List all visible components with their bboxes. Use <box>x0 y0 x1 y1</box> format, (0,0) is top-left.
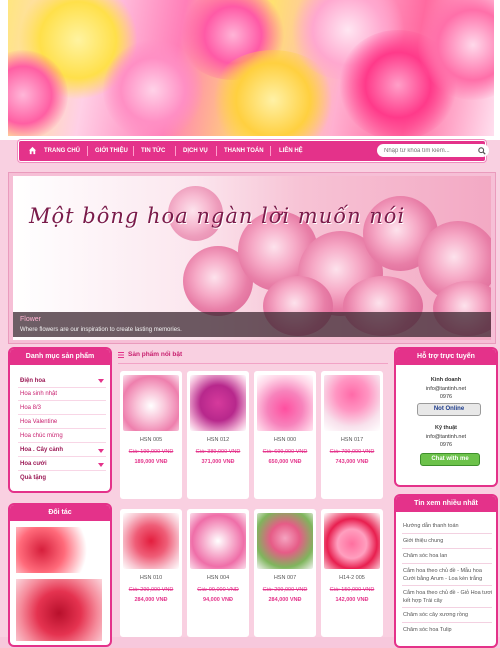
product-old-price: Giá: 299,000 VNĐ <box>128 587 174 593</box>
search-box <box>377 144 489 157</box>
news-item[interactable]: Chăm sóc hoa Tulip <box>403 626 493 634</box>
support-sales-phone: 0976 <box>439 394 453 400</box>
product-price: 284,000 VNĐ <box>268 597 302 603</box>
home-icon[interactable] <box>28 146 37 155</box>
nav-services[interactable]: DỊCH VỤ <box>183 141 208 161</box>
support-box: Hỗ trợ trực tuyến Kinh doanh info@tantin… <box>394 347 498 487</box>
support-tech-email[interactable]: info@tantinh.net <box>396 434 496 440</box>
support-tech-phone: 0976 <box>439 442 453 448</box>
product-code: H14-2 005 <box>339 575 365 581</box>
chevron-down-icon[interactable] <box>98 379 104 383</box>
search-icon[interactable] <box>478 147 486 155</box>
support-sales-email[interactable]: info@tantinh.net <box>396 386 496 392</box>
product-price: 189,000 VNĐ <box>134 459 168 465</box>
product-image[interactable] <box>257 513 313 569</box>
product-card[interactable]: HSN 017 Giá: 799,000 VNĐ 743,000 VNĐ <box>321 371 383 499</box>
category-item[interactable]: Hoa chúc mừng <box>20 433 63 439</box>
slideshow: Một bông hoa ngàn lời muốn nói Flower Wh… <box>8 172 496 344</box>
nav-contact[interactable]: LIÊN HỆ <box>279 141 303 161</box>
product-old-price: Giá: 799,000 VNĐ <box>329 449 375 455</box>
product-code: HSN 012 <box>206 437 230 443</box>
featured-products: Sản phẩm nổi bật HSN 005 Giá: 199,000 VN… <box>114 347 390 637</box>
page: TRANG CHỦ GIỚI THIỆU TIN TỨC DỊCH VỤ THA… <box>0 0 500 648</box>
product-old-price: Giá: 99,000 VNĐ <box>197 587 239 593</box>
product-card[interactable]: HSN 000 Giá: 699,000 VNĐ 650,000 VNĐ <box>254 371 316 499</box>
partners-box: Đối tác <box>8 503 112 647</box>
header-banner <box>8 0 494 136</box>
product-price: 94,000 VNĐ <box>203 597 233 603</box>
nav-home[interactable]: TRANG CHỦ <box>44 141 80 161</box>
main-nav: TRANG CHỦ GIỚI THIỆU TIN TỨC DỊCH VỤ THA… <box>18 140 489 162</box>
category-item[interactable]: Điện hoa <box>20 378 45 384</box>
category-title: Danh mục sản phẩm <box>10 349 110 365</box>
product-card[interactable]: HSN 010 Giá: 299,000 VNĐ 284,000 VNĐ <box>120 509 182 637</box>
chevron-down-icon[interactable] <box>98 449 104 453</box>
product-image[interactable] <box>123 513 179 569</box>
product-card[interactable]: HSN 005 Giá: 199,000 VNĐ 189,000 VNĐ <box>120 371 182 499</box>
product-old-price: Giá: 299,000 VNĐ <box>262 587 308 593</box>
news-item[interactable]: Cắm hoa theo chủ đề - Giỏ Hoa tươi kết h… <box>403 589 493 605</box>
caption-title: Flower <box>20 316 42 323</box>
news-box: Tin xem nhiều nhất Hướng dẫn thanh toán … <box>394 494 498 648</box>
chat-button[interactable]: Chat with me <box>420 453 480 466</box>
product-price: 371,000 VNĐ <box>201 459 235 465</box>
product-code: HSN 004 <box>206 575 230 581</box>
category-item[interactable]: Hoa cưới <box>20 461 47 467</box>
product-code: HSN 010 <box>139 575 163 581</box>
support-title: Hỗ trợ trực tuyến <box>396 349 496 365</box>
category-item[interactable]: Hoa 8/3 <box>20 405 41 411</box>
product-card[interactable]: H14-2 005 Giá: 150,000 VNĐ 142,000 VNĐ <box>321 509 383 637</box>
partner-logo[interactable] <box>16 527 102 573</box>
support-sales-label: Kinh doanh <box>430 377 462 383</box>
product-old-price: Giá: 199,000 VNĐ <box>128 449 174 455</box>
status-badge[interactable]: Not Online <box>417 403 481 416</box>
product-card[interactable]: HSN 007 Giá: 299,000 VNĐ 284,000 VNĐ <box>254 509 316 637</box>
news-item[interactable]: Giới thiệu chung <box>403 537 493 545</box>
product-image[interactable] <box>190 513 246 569</box>
category-item[interactable]: Quà tặng <box>20 475 46 481</box>
partner-logo[interactable] <box>16 579 102 641</box>
slide-caption: Flower Where flowers are our inspiration… <box>13 312 491 337</box>
partners-title: Đối tác <box>10 505 110 521</box>
product-code: HSN 005 <box>139 437 163 443</box>
product-image[interactable] <box>123 375 179 431</box>
news-item[interactable]: Hướng dẫn thanh toán <box>403 522 493 530</box>
product-old-price: Giá: 699,000 VNĐ <box>262 449 308 455</box>
caption-text: Where flowers are our inspiration to cre… <box>20 327 182 333</box>
product-image[interactable] <box>324 513 380 569</box>
news-item[interactable]: Chăm sóc cây xương rồng <box>403 611 493 619</box>
product-image[interactable] <box>257 375 313 431</box>
product-price: 743,000 VNĐ <box>335 459 369 465</box>
product-image[interactable] <box>324 375 380 431</box>
category-box: Danh mục sản phẩm Điện hoa Hoa sinh nhật… <box>8 347 112 493</box>
product-card[interactable]: HSN 012 Giá: 389,000 VNĐ 371,000 VNĐ <box>187 371 249 499</box>
products-title: Sản phẩm nổi bật <box>128 351 183 358</box>
news-title: Tin xem nhiều nhất <box>396 496 496 512</box>
search-input[interactable] <box>384 144 476 157</box>
product-old-price: Giá: 150,000 VNĐ <box>329 587 375 593</box>
list-icon <box>118 352 124 358</box>
news-item[interactable]: Chăm sóc hoa lan <box>403 552 493 560</box>
product-code: HSN 000 <box>273 437 297 443</box>
product-code: HSN 007 <box>273 575 297 581</box>
product-old-price: Giá: 389,000 VNĐ <box>195 449 241 455</box>
product-image[interactable] <box>190 375 246 431</box>
nav-news[interactable]: TIN TỨC <box>141 141 165 161</box>
chevron-down-icon[interactable] <box>98 463 104 467</box>
product-price: 142,000 VNĐ <box>335 597 369 603</box>
news-item[interactable]: Cắm hoa theo chủ đề - Mẫu hoa Cưới bằng … <box>403 567 493 583</box>
category-item[interactable]: Hoa sinh nhật <box>20 391 57 397</box>
category-item[interactable]: Hoa . Cây cảnh <box>20 447 63 453</box>
product-price: 284,000 VNĐ <box>134 597 168 603</box>
product-price: 650,000 VNĐ <box>268 459 302 465</box>
nav-payment[interactable]: THANH TOÁN <box>224 141 264 161</box>
support-tech-label: Kỹ thuật <box>435 425 457 431</box>
product-code: HSN 017 <box>340 437 364 443</box>
category-item[interactable]: Hoa Valentine <box>20 419 57 425</box>
nav-about[interactable]: GIỚI THIỆU <box>95 141 128 161</box>
slide-title: Một bông hoa ngàn lời muốn nói <box>29 204 406 228</box>
product-card[interactable]: HSN 004 Giá: 99,000 VNĐ 94,000 VNĐ <box>187 509 249 637</box>
